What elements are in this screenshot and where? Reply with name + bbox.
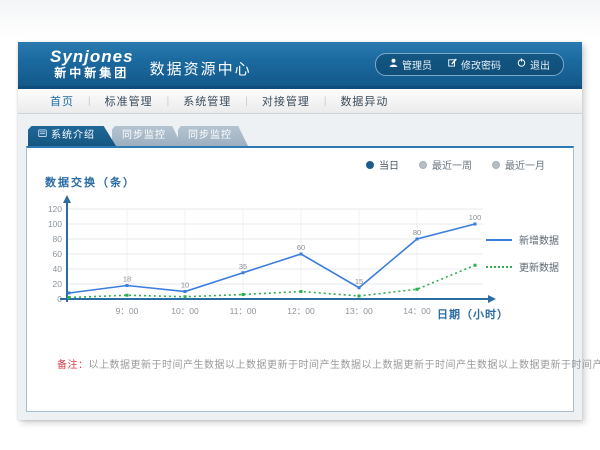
svg-text:100: 100 <box>48 219 62 229</box>
nav-item-system-mgmt[interactable]: 系统管理 <box>169 93 245 109</box>
tab-sync-monitor-1[interactable]: 同步监控 <box>112 126 182 146</box>
nav-item-interface-mgmt[interactable]: 对接管理 <box>248 93 324 109</box>
svg-text:10: 10 <box>181 281 189 290</box>
svg-text:60: 60 <box>297 243 305 252</box>
svg-text:9：00: 9：00 <box>116 306 139 316</box>
radio-label: 当日 <box>379 157 399 172</box>
tab-label: 同步监控 <box>188 126 232 146</box>
power-icon <box>517 58 526 70</box>
tab-label: 系统介绍 <box>51 126 95 146</box>
svg-text:100: 100 <box>469 213 482 222</box>
document-icon <box>38 126 47 146</box>
legend-item-update-data: 更新数据 <box>486 259 559 274</box>
radio-dot-icon <box>366 161 374 169</box>
radio-today[interactable]: 当日 <box>366 157 399 172</box>
svg-text:60: 60 <box>53 249 63 259</box>
nav-item-data-change[interactable]: 数据异动 <box>326 93 402 109</box>
company-logo: Synjones 新中新集团 <box>50 48 134 80</box>
app-window: Synjones 新中新集团 数据资源中心 管理员 修改密码 退出 <box>18 42 582 420</box>
x-axis-title: 日期（小时） <box>437 306 509 322</box>
dotted-line-swatch-icon <box>486 266 512 268</box>
range-radio-group: 当日 最近一周 最近一月 <box>366 157 545 172</box>
solid-line-swatch-icon <box>486 239 512 241</box>
chart-panel: 当日 最近一周 最近一月 数据交换（条） 0204060801001209：00… <box>26 146 574 412</box>
y-axis-title: 数据交换（条） <box>45 174 136 190</box>
main-nav: 首页 | 标准管理 | 系统管理 | 对接管理 | 数据异动 <box>18 89 582 114</box>
footnote-label: 备注： <box>57 360 89 371</box>
radio-label: 最近一周 <box>432 157 472 172</box>
legend-label: 更新数据 <box>519 259 559 274</box>
legend-label: 新增数据 <box>519 232 559 247</box>
radio-last-week[interactable]: 最近一周 <box>419 157 472 172</box>
user-toolbar: 管理员 修改密码 退出 <box>375 53 564 76</box>
current-user-label: 管理员 <box>402 57 432 72</box>
logout-label: 退出 <box>530 57 550 72</box>
tab-label: 同步监控 <box>122 126 166 146</box>
legend-item-new-data: 新增数据 <box>486 232 559 247</box>
current-user[interactable]: 管理员 <box>389 57 432 72</box>
change-password-label: 修改密码 <box>461 57 501 72</box>
logo-text-en: Synjones <box>50 48 134 67</box>
svg-text:12：00: 12：00 <box>287 306 315 316</box>
svg-text:40: 40 <box>53 264 63 274</box>
user-icon <box>389 58 398 70</box>
radio-label: 最近一月 <box>505 157 545 172</box>
edit-icon <box>448 58 457 70</box>
logout-button[interactable]: 退出 <box>517 57 550 72</box>
svg-text:11：00: 11：00 <box>230 306 257 316</box>
app-header: Synjones 新中新集团 数据资源中心 管理员 修改密码 退出 <box>18 42 582 89</box>
footnote-text: 以上数据更新于时间产生数据以上数据更新于时间产生数据以上数据更新于时间产生数据以… <box>89 360 600 371</box>
svg-text:120: 120 <box>48 204 62 214</box>
radio-dot-icon <box>419 161 427 169</box>
line-chart: 0204060801001209：0010：0011：0012：0013：001… <box>47 194 497 327</box>
svg-text:80: 80 <box>53 234 63 244</box>
page-title: 数据资源中心 <box>150 50 252 79</box>
logo-text-cn: 新中新集团 <box>50 67 134 80</box>
svg-text:20: 20 <box>53 279 63 289</box>
svg-text:35: 35 <box>239 262 247 271</box>
svg-text:14：00: 14：00 <box>403 306 431 316</box>
radio-dot-icon <box>492 161 500 169</box>
svg-text:18: 18 <box>123 275 131 284</box>
chart-legend: 新增数据 更新数据 <box>486 232 559 286</box>
tab-system-intro[interactable]: 系统介绍 <box>28 126 116 146</box>
svg-text:13：00: 13：00 <box>345 306 373 316</box>
tab-bar: 系统介绍 同步监控 同步监控 <box>28 126 574 146</box>
svg-text:15: 15 <box>355 277 363 286</box>
radio-last-month[interactable]: 最近一月 <box>492 157 545 172</box>
tab-sync-monitor-2[interactable]: 同步监控 <box>178 126 248 146</box>
nav-item-standard-mgmt[interactable]: 标准管理 <box>91 93 167 109</box>
nav-item-home[interactable]: 首页 <box>36 93 88 109</box>
chart-canvas: 0204060801001209：0010：0011：0012：0013：001… <box>47 194 497 322</box>
svg-text:10：00: 10：00 <box>171 306 199 316</box>
content-area: 系统介绍 同步监控 同步监控 当日 最近一周 <box>18 114 582 412</box>
change-password-button[interactable]: 修改密码 <box>448 57 501 72</box>
svg-text:80: 80 <box>413 228 421 237</box>
footnote: 备注：以上数据更新于时间产生数据以上数据更新于时间产生数据以上数据更新于时间产生… <box>57 356 600 371</box>
